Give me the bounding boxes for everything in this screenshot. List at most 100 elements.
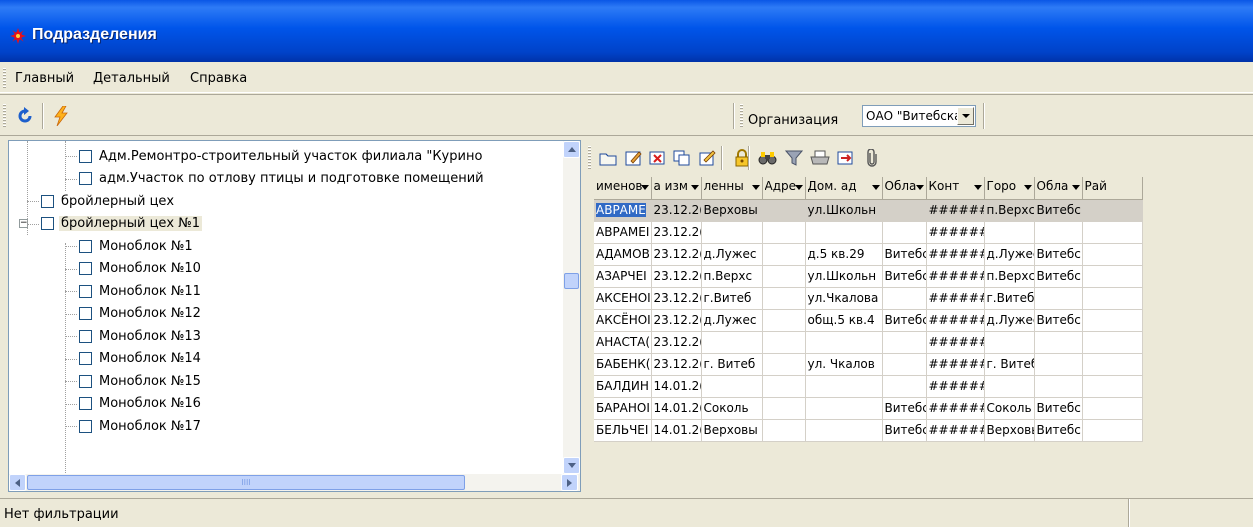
scroll-right-icon[interactable] <box>561 474 578 491</box>
tree-item[interactable]: Моноблок №13 <box>79 325 203 347</box>
table-cell[interactable] <box>1082 309 1143 332</box>
table-cell[interactable] <box>1034 331 1083 354</box>
filter-icon[interactable] <box>784 148 804 168</box>
table-cell[interactable] <box>762 199 806 222</box>
chevron-down-icon[interactable] <box>957 107 974 125</box>
table-cell[interactable]: ####### <box>926 287 985 310</box>
table-cell[interactable]: ####### <box>926 375 985 398</box>
table-cell[interactable] <box>805 221 883 244</box>
table-cell[interactable]: АДАМОВ <box>594 243 652 266</box>
table-cell[interactable]: Витебсі <box>882 419 927 442</box>
data-grid[interactable]: именов а изм ленны Адре Дом. ад Обла Конт Горо О… <box>594 177 1253 492</box>
table-cell[interactable] <box>1082 397 1143 420</box>
table-cell[interactable]: АКСЕНОІ <box>594 287 652 310</box>
table-cell[interactable]: ####### <box>926 353 985 376</box>
table-row[interactable]: АДАМОВ23.12.2(д.Лужесд.5 кв.29Витебсі###… <box>594 243 1143 266</box>
table-cell[interactable]: ####### <box>926 419 985 442</box>
edit-icon[interactable] <box>624 148 644 168</box>
table-cell[interactable] <box>984 331 1035 354</box>
table-cell[interactable]: ул. Чкалов <box>805 353 883 376</box>
scroll-left-icon[interactable] <box>9 474 26 491</box>
column-header[interactable]: Адре <box>762 177 806 200</box>
menu-main[interactable]: Главный <box>15 71 74 86</box>
paperclip-icon[interactable] <box>862 148 882 168</box>
tree-item[interactable]: Моноблок №15 <box>79 370 203 392</box>
table-cell[interactable]: д.Лужес <box>984 243 1035 266</box>
table-cell[interactable]: АЗАРЧЕІ <box>594 265 652 288</box>
table-cell[interactable]: Витебсі <box>1034 397 1083 420</box>
table-cell[interactable] <box>762 331 806 354</box>
tree-item-checkbox[interactable] <box>79 172 92 185</box>
table-cell[interactable]: г.Витеб <box>984 287 1035 310</box>
sort-dropdown-icon[interactable] <box>640 185 649 190</box>
sort-dropdown-icon[interactable] <box>751 185 760 190</box>
menu-grip[interactable] <box>3 68 6 88</box>
table-cell[interactable]: 23.12.2( <box>651 243 702 266</box>
department-tree[interactable]: Адм.Ремонтро-строительный участок филиал… <box>8 140 581 492</box>
sort-dropdown-icon[interactable] <box>871 185 880 190</box>
tree-item-checkbox[interactable] <box>79 419 92 433</box>
table-cell[interactable] <box>762 353 806 376</box>
tree-item-checkbox[interactable] <box>41 217 54 230</box>
copy-icon[interactable] <box>672 148 692 168</box>
table-cell[interactable]: 23.12.2( <box>651 287 702 310</box>
table-cell[interactable] <box>882 375 927 398</box>
table-cell[interactable]: ####### <box>926 331 985 354</box>
table-cell[interactable]: г. Витеб <box>984 353 1035 376</box>
table-cell[interactable] <box>762 419 806 442</box>
tree-item[interactable]: Моноблок №12 <box>79 303 203 325</box>
tree-item[interactable]: Моноблок №11 <box>79 280 203 302</box>
table-cell[interactable]: ####### <box>926 265 985 288</box>
tree-item-checkbox[interactable] <box>79 239 92 253</box>
toolbar-grip[interactable] <box>3 104 6 128</box>
column-header[interactable]: Рай <box>1082 177 1143 200</box>
table-cell[interactable] <box>762 309 806 332</box>
table-cell[interactable]: ул.Чкалова <box>805 287 883 310</box>
table-cell[interactable] <box>882 353 927 376</box>
tree-item[interactable]: Моноблок №14 <box>79 348 203 370</box>
table-row[interactable]: АЗАРЧЕІ23.12.2(п.Верхсул.ШкольнВитебсі##… <box>594 265 1143 288</box>
table-cell[interactable] <box>882 287 927 310</box>
table-cell[interactable] <box>762 243 806 266</box>
sort-dropdown-icon[interactable] <box>690 185 699 190</box>
tree-item[interactable]: бройлерный цех <box>41 190 176 212</box>
column-header[interactable]: а изм <box>651 177 702 200</box>
table-cell[interactable] <box>984 221 1035 244</box>
table-cell[interactable]: АВРАМЕІ <box>594 221 652 244</box>
table-row[interactable]: АВРАМЕІ23.12.2(####### <box>594 221 1143 244</box>
table-cell[interactable] <box>1082 221 1143 244</box>
table-cell[interactable] <box>1034 375 1083 398</box>
table-row[interactable]: БАЛДИН 14.01.2(####### <box>594 375 1143 398</box>
edit-note-icon[interactable] <box>698 148 718 168</box>
table-cell[interactable]: д.Лужес <box>701 243 763 266</box>
sort-dropdown-icon[interactable] <box>973 185 982 190</box>
table-cell[interactable]: ####### <box>926 199 985 222</box>
table-cell[interactable]: г. Витеб <box>701 353 763 376</box>
table-cell[interactable] <box>701 331 763 354</box>
table-cell[interactable]: 23.12.2( <box>651 309 702 332</box>
table-cell[interactable]: д.5 кв.29 <box>805 243 883 266</box>
table-cell[interactable] <box>1034 353 1083 376</box>
tree-item-checkbox[interactable] <box>41 194 54 208</box>
table-cell[interactable]: Витебсі <box>882 265 927 288</box>
table-row[interactable]: АКСЕНОІ23.12.2(г.Витебул.Чкалова#######г… <box>594 287 1143 310</box>
table-cell[interactable]: ####### <box>926 309 985 332</box>
scroll-up-icon[interactable] <box>563 141 580 158</box>
table-row[interactable]: БАРАНОІ14.01.2(СокольВитебсі#######Сокол… <box>594 397 1143 420</box>
lightning-icon[interactable] <box>50 105 72 127</box>
scroll-thumb[interactable] <box>564 273 579 289</box>
table-cell[interactable]: Витебсі <box>1034 419 1083 442</box>
table-cell[interactable]: АНАСТА( <box>594 331 652 354</box>
table-row[interactable]: АНАСТА(23.12.2(####### <box>594 331 1143 354</box>
menu-detail[interactable]: Детальный <box>93 71 170 86</box>
table-cell[interactable] <box>762 287 806 310</box>
table-cell[interactable]: БАБЕНК( <box>594 353 652 376</box>
table-cell[interactable]: Верховы <box>701 419 763 442</box>
tree-item[interactable]: Адм.Ремонтро-строительный участок филиал… <box>79 145 484 167</box>
tree-horizontal-scrollbar[interactable]: IIII <box>9 474 580 491</box>
table-cell[interactable]: ####### <box>926 397 985 420</box>
table-cell[interactable] <box>882 221 927 244</box>
sort-dropdown-icon[interactable] <box>794 185 803 190</box>
table-cell[interactable]: Соколь <box>984 397 1035 420</box>
table-cell[interactable] <box>762 265 806 288</box>
